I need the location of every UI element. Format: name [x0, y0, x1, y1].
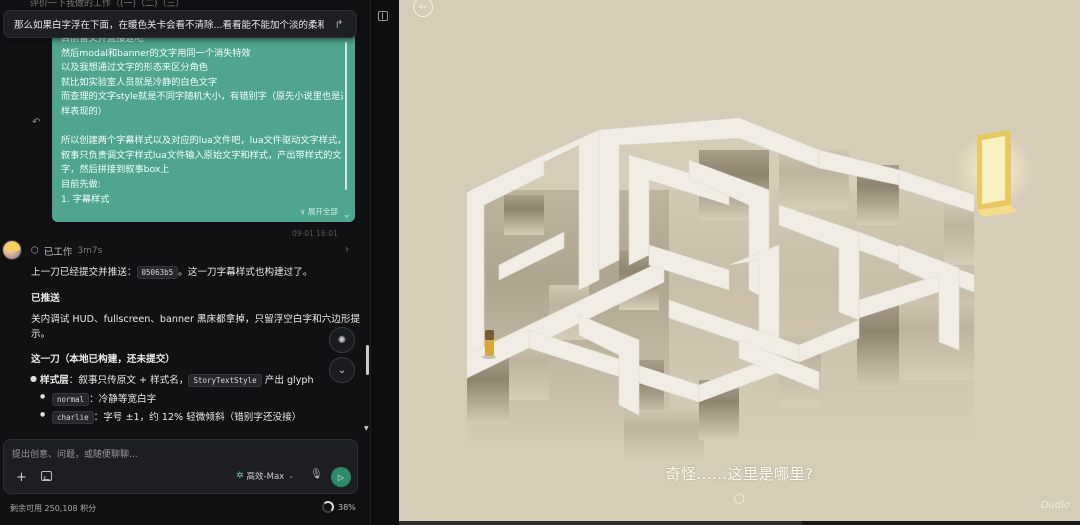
- image-upload-icon[interactable]: [41, 471, 52, 481]
- work-duration: 3m7s: [77, 246, 103, 256]
- panel-divider: [370, 0, 399, 525]
- microphone-icon[interactable]: 🎙: [310, 469, 323, 480]
- story-dialog-text: 奇怪……这里是哪里?: [665, 465, 814, 483]
- user-message-line: 样表现的）: [61, 105, 107, 117]
- bubble-scrollbar[interactable]: [345, 42, 347, 190]
- context-ring-icon: [322, 501, 334, 513]
- watermark: Dudio: [1040, 500, 1070, 511]
- bullet-normal: normal ：冷静等宽白字: [52, 391, 156, 406]
- chat-panel: 评价一下我做的工作（(一)（二)（三） 目前留文并直接返吧 然后modal和ban…: [0, 0, 370, 525]
- user-message-text: 目前留文并直接返吧 然后modal和banner的文字用同一个消失特效 以及我想通过…: [61, 32, 343, 207]
- send-button[interactable]: ▷: [331, 467, 351, 487]
- expand-all-link[interactable]: ∨ 展开全部: [300, 206, 338, 217]
- bullet-charlie: charlie ：字号 ±1，约 12% 轻微倾斜（错别字还没接）: [52, 409, 301, 424]
- user-message-line: 所以创建两个字幕样式以及对应的lua文件吧，lua文件驱动文字样式，: [61, 135, 343, 147]
- sidebar-toggle-icon[interactable]: [378, 11, 388, 21]
- assistant-avatar: [2, 240, 22, 260]
- credits-remaining: 剩余可用 250,108 积分: [10, 504, 97, 513]
- heading-this-cut: 这一刀（本地已构建，还未提交）: [31, 354, 175, 365]
- pinned-question[interactable]: 那么如果白字浮在下面，在暖色关卡会看不清除...看看能不能加个淡的柔和阴... …: [3, 10, 357, 38]
- user-message-line: 以及我想通过文字的形态来区分角色: [61, 62, 208, 74]
- plus-icon[interactable]: +: [16, 470, 27, 485]
- user-message-line: 叙事只负责调文字样式lua文件输入原始文字和样式，产出带样式的文: [61, 149, 342, 161]
- sub-bullet-dot: ●: [40, 393, 46, 400]
- commit-hash: 05063b5: [136, 266, 179, 279]
- pushed-line-1: 关内调试 HUD、fullscreen、banner 黑床都拿掉，只留浮空白字和…: [31, 314, 361, 325]
- chevron-right-icon[interactable]: ›: [345, 244, 349, 255]
- user-message-line: 然后modal和banner的文字用同一个消失特效: [61, 47, 251, 59]
- previous-message-fragment: 评价一下我做的工作（(一)（二)（三）: [30, 0, 185, 9]
- model-selector[interactable]: ✲ 高效-Max ⌄: [236, 470, 294, 482]
- maze-scene: [466, 117, 1034, 460]
- scroll-down-button[interactable]: ⌄: [329, 357, 355, 383]
- pinned-question-text: 那么如果白字浮在下面，在暖色关卡会看不清除...看看能不能加个淡的柔和阴...: [14, 20, 324, 31]
- user-message-line: 字，然后拼接到叙事box上: [61, 164, 170, 176]
- bug-icon[interactable]: ✺: [329, 327, 355, 353]
- bottom-progress-strip: [399, 521, 1080, 525]
- work-status[interactable]: ⬡ 已工作 3m7s: [31, 244, 102, 258]
- context-usage: 38%: [322, 501, 356, 513]
- bullet-style-layer: 样式层：叙事只传原文 + 样式名， StoryTextStyle 产出 glyph: [40, 374, 314, 387]
- reply-line-1: 上一刀已经提交并推送： 05063b5 。这一刀字幕样式也构建过了。: [31, 266, 313, 279]
- model-name: 高效-Max: [246, 472, 285, 482]
- chat-scrollbar-thumb[interactable]: [366, 345, 369, 375]
- composer: + ✲ 高效-Max ⌄ 🎙 ▷: [3, 439, 358, 494]
- bullet-dot: ●: [30, 374, 37, 383]
- user-message-bubble[interactable]: 目前留文并直接返吧 然后modal和banner的文字用同一个消失特效 以及我想通过…: [52, 22, 355, 222]
- chat-scroll-area[interactable]: 评价一下我做的工作（(一)（二)（三） 目前留文并直接返吧 然后modal和ban…: [0, 0, 370, 436]
- chat-input[interactable]: [12, 448, 342, 462]
- retry-icon[interactable]: ↶: [32, 117, 40, 128]
- user-message-line: 目前先做:: [61, 178, 101, 190]
- hexagon-hint-icon[interactable]: ⬡: [732, 493, 746, 507]
- user-message-line: 而查理的文字style就是不同字随机大小，有错别字（原先小说里也是这: [61, 91, 343, 103]
- jump-arrow-icon[interactable]: ↱: [332, 17, 346, 31]
- pushed-line-2: 示。: [31, 329, 51, 340]
- sparkle-icon: ✲: [236, 471, 244, 481]
- user-message-line: 就比如实验室人员就是冷静的白色文字: [61, 76, 218, 88]
- message-timestamp: 09-01 16:01: [292, 229, 338, 238]
- heading-pushed: 已推送: [31, 293, 60, 304]
- chevron-down-icon: ⌄: [288, 472, 295, 480]
- cube-icon: ⬡: [31, 246, 39, 256]
- chat-scroll-down-icon[interactable]: ▼: [364, 425, 369, 432]
- sub-bullet-dot: ●: [40, 411, 46, 418]
- work-label: 已工作: [43, 247, 73, 258]
- game-viewport[interactable]: ← 奇怪……这里是哪里? ⬡ Dudio: [399, 0, 1080, 521]
- user-message-line: [61, 120, 343, 135]
